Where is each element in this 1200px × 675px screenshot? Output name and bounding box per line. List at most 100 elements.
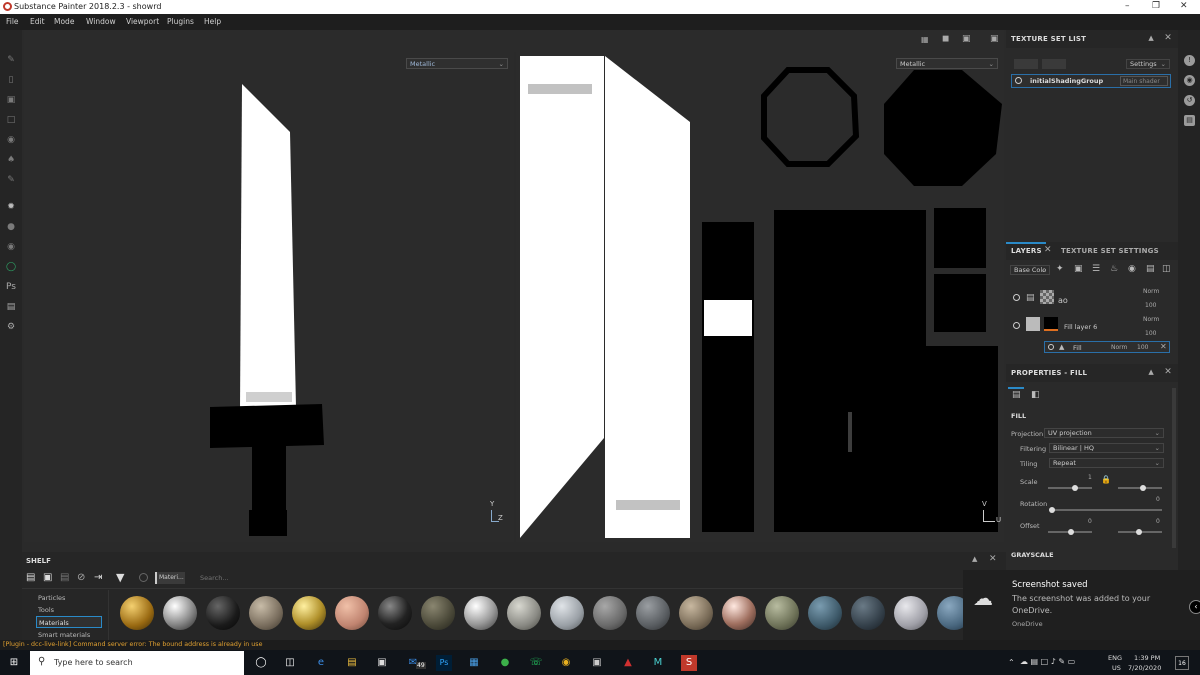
shader-select[interactable]: Main shader — [1120, 76, 1168, 86]
tab-layers[interactable]: LAYERS — [1011, 247, 1042, 255]
bake-icon[interactable]: ✹ — [6, 202, 16, 212]
chrome-icon[interactable]: ◉ — [558, 655, 574, 671]
add-fill-layer-icon[interactable]: ☰ — [1092, 264, 1100, 274]
clear-filter-icon[interactable] — [139, 573, 148, 582]
folder-open-icon[interactable]: ▤ — [26, 572, 35, 583]
material-sphere-gold[interactable] — [120, 596, 154, 630]
material-sphere-blue-paint[interactable] — [808, 596, 842, 630]
effect-delete-icon[interactable]: ✕ — [1160, 342, 1167, 351]
notification-center-icon[interactable]: 16 — [1175, 656, 1189, 670]
clone-stamp-icon[interactable]: ♠ — [6, 155, 16, 165]
geometry-mask-icon[interactable]: □ — [6, 115, 16, 125]
projection-icon[interactable]: ▣ — [6, 95, 16, 105]
material-sphere-steel[interactable] — [464, 596, 498, 630]
close-icon[interactable]: ✕ — [1164, 33, 1172, 43]
viewport-2d[interactable]: Metallic ⌄ V U — [516, 52, 1004, 542]
layer-blend[interactable]: Norm — [1143, 316, 1159, 323]
material-sphere-slate[interactable] — [851, 596, 885, 630]
menu-file[interactable]: File — [6, 17, 19, 26]
toast-notification[interactable]: ☁ Screenshot saved The screenshot was ad… — [963, 570, 1200, 640]
shelf-category-particles[interactable]: Particles — [38, 594, 65, 602]
visibility-icon[interactable] — [1015, 77, 1022, 84]
tray-icons[interactable]: ☁ ▤ □ ♪ ✎ ▭ — [1020, 657, 1075, 666]
fill-icon[interactable]: ● — [6, 222, 16, 232]
iray-icon[interactable]: ◯ — [6, 262, 16, 272]
pin-icon[interactable]: ▲ — [1148, 34, 1154, 42]
fill-properties-icon[interactable]: ▤ — [1012, 390, 1021, 400]
filtering-select[interactable]: Bilinear | HQ ⌄ — [1049, 443, 1164, 453]
photos-icon[interactable]: ▦ — [466, 655, 482, 671]
layer-effect-row[interactable]: ▲ Fill Norm 100 ✕ — [1044, 341, 1170, 353]
mask-properties-icon[interactable]: ◧ — [1031, 390, 1040, 400]
material-sphere-iron[interactable] — [636, 596, 670, 630]
menu-plugins[interactable]: Plugins — [167, 17, 194, 26]
offset-v-knob[interactable] — [1136, 529, 1142, 535]
substance-painter-taskbar-icon[interactable]: S — [681, 655, 697, 671]
shelf-search-input[interactable] — [200, 572, 990, 584]
file-explorer-icon[interactable]: ▤ — [344, 655, 360, 671]
log-icon[interactable]: ! — [1184, 55, 1195, 66]
paint-brush-icon[interactable]: ✎ — [6, 55, 16, 65]
taskbar-search-box[interactable]: ⚲ Type here to search — [30, 651, 244, 675]
effect-blend[interactable]: Norm — [1111, 344, 1127, 351]
shader-settings-icon[interactable]: ◉ — [1184, 75, 1195, 86]
layer-opacity[interactable]: 100 — [1145, 302, 1156, 309]
smudge-icon[interactable]: ◉ — [6, 135, 16, 145]
rotation-slider[interactable] — [1050, 509, 1162, 511]
shelf-category-tools[interactable]: Tools — [38, 606, 54, 614]
display-settings-icon[interactable]: ▤ — [1184, 115, 1195, 126]
add-generator-icon[interactable]: ◉ — [1128, 264, 1136, 274]
display-cube-icon[interactable]: ◼ — [942, 34, 949, 44]
effect-icon[interactable]: ◉ — [6, 242, 16, 252]
material-sphere-moss[interactable] — [765, 596, 799, 630]
layer-visibility-icon[interactable] — [1013, 322, 1020, 329]
offset-u-knob[interactable] — [1068, 529, 1074, 535]
menu-viewport[interactable]: Viewport — [126, 17, 159, 26]
add-effect-icon[interactable]: ✦ — [1056, 264, 1064, 274]
material-sphere-grey[interactable] — [593, 596, 627, 630]
add-folder-icon[interactable]: ▤ — [1146, 264, 1155, 274]
maya-icon[interactable]: M — [650, 655, 666, 671]
shelf-pin-icon[interactable]: ▲ — [972, 555, 977, 563]
viewport-3d[interactable]: Metallic ⌄ Y Z — [24, 52, 514, 542]
filter-icon[interactable]: ▼ — [116, 571, 124, 584]
material-sphere-leather[interactable] — [679, 596, 713, 630]
effect-opacity[interactable]: 100 — [1137, 344, 1148, 351]
layer-blend[interactable]: Norm — [1143, 288, 1159, 295]
material-sphere-white-plastic[interactable] — [550, 596, 584, 630]
tiling-select[interactable]: Repeat ⌄ — [1049, 458, 1164, 468]
region-indicator[interactable]: US — [1112, 664, 1121, 672]
properties-scrollbar[interactable] — [1172, 388, 1176, 548]
properties-pin-icon[interactable]: ▲ — [1148, 368, 1154, 376]
lock-icon[interactable]: 🔒 — [1101, 475, 1111, 484]
layer-opacity[interactable]: 100 — [1145, 330, 1156, 337]
menu-mode[interactable]: Mode — [54, 17, 74, 26]
clock-date[interactable]: 7/20/2020 — [1128, 664, 1161, 672]
minimize-button[interactable]: – — [1125, 1, 1130, 11]
document-icon[interactable]: ▤ — [6, 302, 16, 312]
task-view-icon[interactable]: ◫ — [282, 655, 298, 671]
tsl-button-a[interactable] — [1014, 59, 1038, 69]
photoshop-taskbar-icon[interactable]: Ps — [436, 655, 452, 671]
material-sphere-brass[interactable] — [292, 596, 326, 630]
material-sphere-fabric[interactable] — [421, 596, 455, 630]
rotation-knob[interactable] — [1049, 507, 1055, 513]
snipping-tool-icon[interactable]: ▣ — [589, 655, 605, 671]
material-sphere-chrome[interactable] — [163, 596, 197, 630]
add-paint-layer-icon[interactable]: ▣ — [1074, 264, 1083, 274]
screenshot-icon[interactable]: ▣ — [990, 34, 999, 44]
camera-icon[interactable]: ▣ — [962, 34, 971, 44]
texture-set-item[interactable]: initialShadingGroup Main shader — [1011, 74, 1171, 88]
add-mask-icon[interactable]: ♨ — [1110, 264, 1118, 274]
layer-visibility-icon[interactable] — [1013, 294, 1020, 301]
layer-row[interactable]: ▤ ao Norm 100 — [1006, 288, 1174, 314]
save-icon[interactable]: ▤ — [60, 572, 69, 583]
language-indicator[interactable]: ENG — [1108, 654, 1122, 662]
edge-browser-icon[interactable]: e — [313, 655, 329, 671]
material-sphere-black[interactable] — [206, 596, 240, 630]
eraser-icon[interactable]: ▯ — [6, 75, 16, 85]
export-icon[interactable]: ⇥ — [94, 572, 102, 583]
material-sphere-skin[interactable] — [335, 596, 369, 630]
cortana-icon[interactable]: ◯ — [253, 655, 269, 671]
menu-help[interactable]: Help — [204, 17, 221, 26]
